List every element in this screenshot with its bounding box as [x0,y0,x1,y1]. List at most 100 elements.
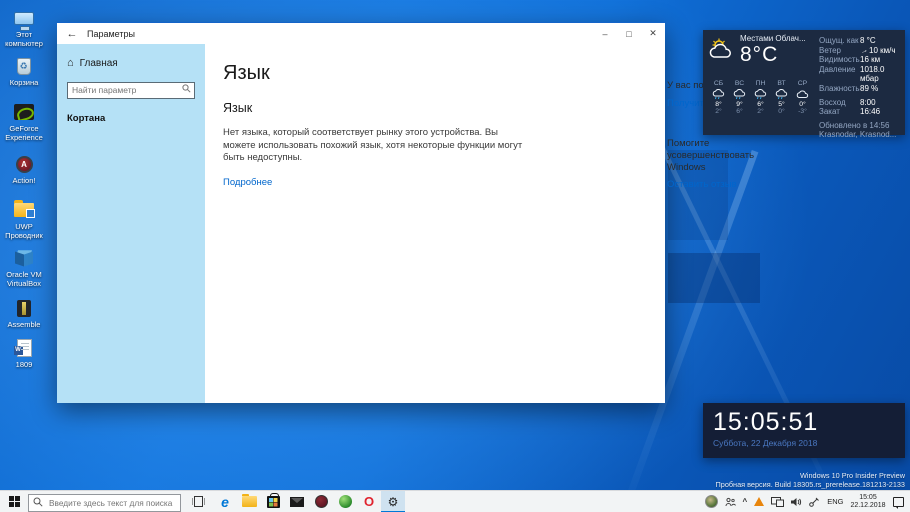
tray-connect-button[interactable] [806,491,824,512]
search-icon [33,497,43,507]
tray-volume-button[interactable] [788,491,806,512]
forecast-day[interactable]: ВС 9° 6° [729,80,750,115]
back-button[interactable]: ← [57,28,87,40]
desktop-icon-label: Action! [1,177,47,186]
tray-display-button[interactable] [768,491,788,512]
improve-text: Помогите усовершенствовать Windows [667,138,792,174]
tray-notification-center-button[interactable] [889,491,907,512]
connector-icon [809,497,820,507]
forecast-day[interactable]: ВТ 5° 0° [771,80,792,115]
chevron-up-icon: ^ [743,497,748,506]
task-view-button[interactable] [185,491,211,512]
taskbar-opera-button[interactable]: O [357,491,381,512]
sidebar-item-home[interactable]: ⌂ Главная [57,54,205,72]
tray-clock[interactable]: 15:05 22.12.2018 [847,491,889,512]
desktop-icon-geforce-experience[interactable]: GeForce Experience [1,100,47,142]
desktop-icon-this-pc[interactable]: Этот компьютер [1,6,47,48]
desktop-icon-virtualbox[interactable]: Oracle VM VirtualBox [1,246,47,288]
start-button[interactable] [0,491,28,512]
taskbar-edge-button[interactable]: e [213,491,237,512]
minimize-button[interactable]: – [593,23,617,44]
folder-icon [11,198,37,222]
recycle-bin-icon [11,54,37,78]
taskbar-green-app-button[interactable] [333,491,357,512]
weather-forecast: СБ 8° 2° ВС 9° 6° ПН 6° 2° ВТ 5° 0 [708,80,814,115]
tray-people-avatar[interactable] [701,491,721,512]
tray-warning-button[interactable] [751,491,768,512]
forecast-day[interactable]: СБ 8° 2° [708,80,729,115]
maximize-icon: □ [626,29,631,39]
taskbar-mail-button[interactable] [285,491,309,512]
settings-window: ← Параметры – □ ✕ ⌂ Главная К [57,22,665,403]
windows-logo-icon [9,496,20,507]
desktop-icon-label: Этот компьютер [1,31,47,48]
search-icon [182,84,191,93]
opera-icon: O [364,494,374,509]
taskbar-action-button[interactable] [309,491,333,512]
rain-cloud-icon [733,89,747,100]
weather-temperature: 8°C [740,43,816,67]
action-icon: A [11,152,37,176]
microsoft-store-icon [267,496,280,508]
tray-hidden-icons-button[interactable]: ^ [739,491,751,512]
sidebar-section-cortana[interactable]: Кортана [57,109,205,128]
weather-location: Krasnodar, Krasnod... [819,130,903,140]
taskbar-store-button[interactable] [261,491,285,512]
mail-icon [290,497,304,507]
forecast-day[interactable]: ПН 6° 2° [750,80,771,115]
notification-center-icon [893,497,904,507]
cloud-icon [796,89,810,100]
tray-date: 22.12.2018 [850,502,885,510]
settings-sidebar: ⌂ Главная Кортана [57,44,205,403]
window-title: Параметры [87,29,135,39]
window-titlebar[interactable]: ← Параметры – □ ✕ [57,23,665,44]
geforce-icon [11,100,37,124]
close-button[interactable]: ✕ [641,23,665,44]
desktop: Этот компьютер Корзина GeForce Experienc… [0,0,910,512]
settings-search-input[interactable] [67,82,195,99]
feedback-link[interactable]: Оставить отзыв [667,179,737,191]
forecast-day[interactable]: СР 0° -3° [792,80,813,115]
tray-language-indicator[interactable]: ENG [824,491,847,512]
warning-triangle-icon [754,497,764,506]
weather-widget[interactable]: Местами Облач... 8°C СБ 8° 2° ВС 9° 6° П… [703,30,905,135]
display-icon [771,497,784,507]
taskbar-search-input[interactable] [28,494,181,512]
file-explorer-icon [242,496,257,507]
maximize-button[interactable]: □ [617,23,641,44]
taskbar-settings-button[interactable]: ⚙ [381,491,405,512]
tray-people-button[interactable] [721,491,739,512]
speaker-icon [791,497,802,507]
desktop-icon-uwp-explorer[interactable]: UWP Проводник [1,198,47,240]
partly-cloudy-icon [708,38,736,60]
wallpaper-pane [668,253,760,303]
desktop-icon-assemble[interactable]: Assemble [1,296,47,330]
taskbar-explorer-button[interactable] [237,491,261,512]
desktop-icon-action[interactable]: A Action! [1,152,47,186]
settings-content: Язык Язык Нет языка, который соответству… [205,44,665,403]
insider-watermark: Windows 10 Pro Insider Preview Пробная в… [716,471,905,489]
desktop-icon-label: Assemble [1,321,47,330]
page-title: Язык [223,62,665,85]
clock-widget[interactable]: 15:05:51 Суббота, 22 Декабря 2018 [703,403,905,458]
word-doc-icon [11,336,37,360]
desktop-icon-word-doc[interactable]: 1809 [1,336,47,370]
desktop-icon-recycle-bin[interactable]: Корзина [1,54,47,88]
virtualbox-icon [11,246,37,270]
people-icon [725,497,736,507]
home-icon: ⌂ [67,57,74,69]
close-icon: ✕ [649,28,657,39]
avatar [705,495,718,508]
section-title: Язык [223,101,665,115]
desktop-icon-label: Oracle VM VirtualBox [1,271,47,288]
rain-cloud-icon [754,89,768,100]
back-arrow-icon: ← [67,28,78,40]
system-tray: ^ ENG 15:05 22.12.2018 [701,491,910,512]
weather-updated: Обновлено в 14:56 [819,121,903,131]
action-app-icon [315,495,328,508]
minimize-icon: – [602,29,607,39]
details-link[interactable]: Подробнее [223,177,272,188]
task-view-icon [192,496,205,507]
gear-icon: ⚙ [388,495,399,509]
desktop-icon-label: 1809 [1,361,47,370]
